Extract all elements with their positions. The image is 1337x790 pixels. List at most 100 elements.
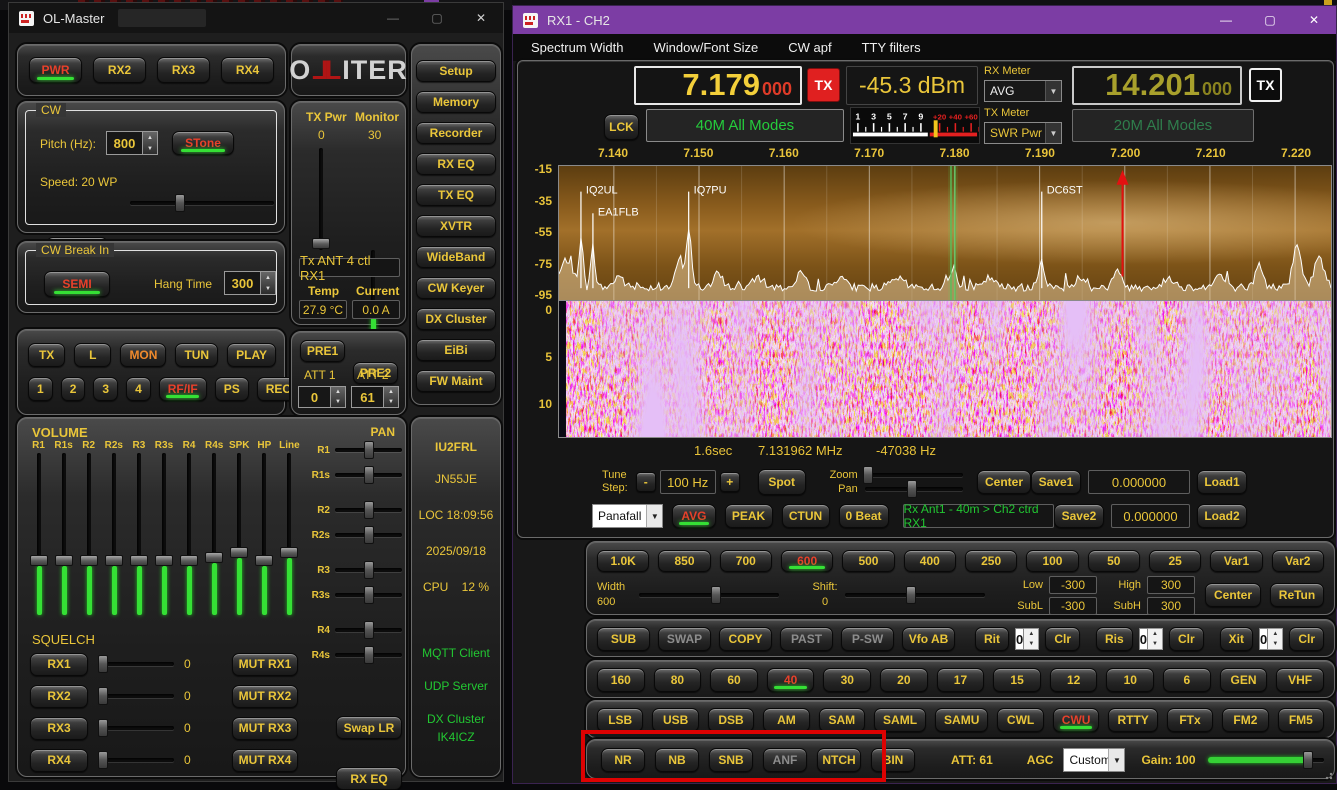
pan-slider[interactable] — [865, 483, 963, 495]
swap-lr-button[interactable]: Swap LR — [336, 716, 402, 739]
pan-slider-r1s[interactable] — [335, 469, 402, 481]
filter-850-button[interactable]: 850 — [658, 550, 710, 572]
filter-600-button[interactable]: 600 — [781, 550, 833, 572]
ptt-mon-button[interactable]: MON — [120, 343, 166, 367]
filter-1-0k-button[interactable]: 1.0K — [597, 550, 649, 572]
tx-a-button[interactable]: TX — [807, 68, 840, 102]
vfo-op-copy-button[interactable]: COPY — [719, 627, 772, 651]
squelch-level-slider-rx3[interactable] — [98, 722, 174, 734]
band-20-button[interactable]: 20 — [880, 668, 928, 692]
agc-gain-slider[interactable] — [1208, 754, 1325, 766]
resize-grip[interactable] — [1323, 770, 1333, 780]
spot-button[interactable]: Spot — [758, 469, 806, 495]
rx-meter-select[interactable]: AVG▼ — [984, 80, 1062, 102]
pan-slider-r2[interactable] — [335, 504, 402, 516]
filter-width-slider[interactable] — [639, 589, 779, 601]
band-15-button[interactable]: 15 — [993, 668, 1041, 692]
ris-spinner[interactable]: 0▲▼ — [1139, 628, 1163, 650]
rx-select-2-button[interactable]: 2 — [61, 377, 86, 401]
band-gen-button[interactable]: GEN — [1220, 668, 1268, 692]
dsp-nr-button[interactable]: NR — [601, 748, 645, 772]
peak-button[interactable]: PEAK — [725, 504, 773, 528]
load1-button[interactable]: Load1 — [1197, 470, 1247, 494]
pan-slider-r4s[interactable] — [335, 649, 402, 661]
volume-slider-r2s[interactable] — [105, 453, 123, 615]
squelch-level-slider-rx1[interactable] — [98, 658, 174, 670]
volume-slider-r4s[interactable] — [205, 453, 223, 615]
rx-select-1-button[interactable]: 1 — [28, 377, 53, 401]
squelch-rx4-button[interactable]: RX4 — [30, 749, 88, 772]
center-button[interactable]: Center — [977, 470, 1031, 494]
side-menu-cw-keyer-button[interactable]: CW Keyer — [416, 277, 496, 299]
xit-clear-button[interactable]: Clr — [1289, 627, 1324, 651]
ptt-tun-button[interactable]: TUN — [175, 343, 218, 367]
pan-slider-r3s[interactable] — [335, 589, 402, 601]
vfo-op-swap-button[interactable]: SWAP — [658, 627, 711, 651]
vfo-op-p-sw-button[interactable]: P-SW — [841, 627, 894, 651]
mode-sam-button[interactable]: SAM — [819, 708, 865, 732]
filter-400-button[interactable]: 400 — [904, 550, 956, 572]
mute-rx3-button[interactable]: MUT RX3 — [232, 717, 298, 740]
semi-button[interactable]: SEMI — [44, 271, 110, 297]
side-menu-setup-button[interactable]: Setup — [416, 60, 496, 82]
volume-slider-r1[interactable] — [30, 453, 48, 615]
menu-tty-filters[interactable]: TTY filters — [862, 40, 921, 55]
att1-spinner[interactable]: 0▲▼ — [298, 386, 346, 408]
save2-button[interactable]: Save2 — [1054, 504, 1104, 528]
pan-slider-r2s[interactable] — [335, 529, 402, 541]
dsp-snb-button[interactable]: SNB — [709, 748, 753, 772]
filter-100-button[interactable]: 100 — [1026, 550, 1078, 572]
ptt-tx-button[interactable]: TX — [28, 343, 65, 367]
mute-rx1-button[interactable]: MUT RX1 — [232, 653, 298, 676]
squelch-rx1-button[interactable]: RX1 — [30, 653, 88, 676]
dsp-ntch-button[interactable]: NTCH — [817, 748, 861, 772]
side-menu-fw-maint-button[interactable]: FW Maint — [416, 370, 496, 392]
side-menu-wideband-button[interactable]: WideBand — [416, 246, 496, 268]
volume-slider-spk[interactable] — [230, 453, 248, 615]
waterfall-display[interactable] — [558, 301, 1332, 438]
lock-button[interactable]: LCK — [604, 114, 639, 140]
band-vhf-button[interactable]: VHF — [1276, 668, 1324, 692]
close-button[interactable]: ✕ — [1292, 6, 1336, 34]
filter-var2-button[interactable]: Var2 — [1272, 550, 1324, 572]
side-menu-tx-eq-button[interactable]: TX EQ — [416, 184, 496, 206]
cw-speed-slider[interactable] — [130, 197, 274, 209]
power-rx3-button[interactable]: RX3 — [157, 57, 210, 83]
mode-cwl-button[interactable]: CWL — [997, 708, 1043, 732]
save1-button[interactable]: Save1 — [1031, 470, 1081, 494]
filter-shift-slider[interactable] — [845, 589, 985, 601]
side-menu-eibi-button[interactable]: EiBi — [416, 339, 496, 361]
display-mode-select[interactable]: Panafall▼ — [592, 504, 663, 528]
xit-spinner[interactable]: 0▲▼ — [1259, 628, 1283, 650]
band-80-button[interactable]: 80 — [654, 668, 702, 692]
mode-saml-button[interactable]: SAML — [874, 708, 926, 732]
load2-button[interactable]: Load2 — [1197, 504, 1247, 528]
mode-ftx-button[interactable]: FTx — [1167, 708, 1213, 732]
mute-rx2-button[interactable]: MUT RX2 — [232, 685, 298, 708]
vfo-op-past-button[interactable]: PAST — [780, 627, 833, 651]
rx-eq-button[interactable]: RX EQ — [336, 767, 402, 790]
vfo-op-vfo-ab-button[interactable]: Vfo AB — [902, 627, 955, 651]
band-10-button[interactable]: 10 — [1106, 668, 1154, 692]
rx-select-3-button[interactable]: 3 — [93, 377, 118, 401]
mode-am-button[interactable]: AM — [763, 708, 809, 732]
squelch-rx2-button[interactable]: RX2 — [30, 685, 88, 708]
side-menu-memory-button[interactable]: Memory — [416, 91, 496, 113]
vfo-op-sub-button[interactable]: SUB — [597, 627, 650, 651]
avg-button[interactable]: AVG — [672, 504, 715, 528]
tx-pwr-slider[interactable] — [312, 148, 330, 250]
xit-button[interactable]: Xit — [1220, 627, 1253, 651]
side-menu-rx-eq-button[interactable]: RX EQ — [416, 153, 496, 175]
minimize-button[interactable]: — — [371, 3, 415, 33]
volume-slider-line[interactable] — [280, 453, 298, 615]
filter-50-button[interactable]: 50 — [1088, 550, 1140, 572]
volume-slider-r4[interactable] — [180, 453, 198, 615]
pre1-button[interactable]: PRE1 — [300, 340, 345, 362]
retun-button[interactable]: ReTun — [1270, 583, 1324, 607]
vfo-a-display[interactable]: 7.179000 — [634, 66, 802, 105]
ris-clear-button[interactable]: Clr — [1169, 627, 1204, 651]
hang-time-spinner[interactable]: 300 ▲▼ — [224, 271, 276, 295]
mode-usb-button[interactable]: USB — [652, 708, 698, 732]
rx-select-ps-button[interactable]: PS — [215, 377, 249, 401]
squelch-rx3-button[interactable]: RX3 — [30, 717, 88, 740]
